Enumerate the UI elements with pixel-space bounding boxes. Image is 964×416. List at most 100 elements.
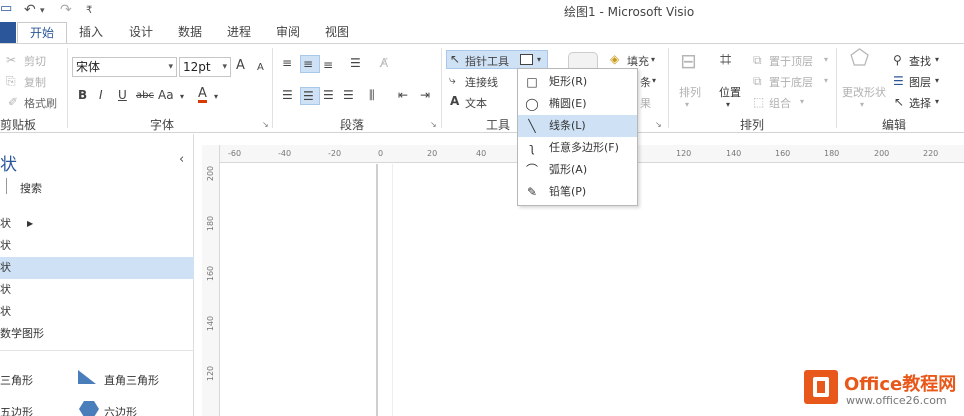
bullets-icon[interactable]: ☰: [350, 56, 361, 70]
file-tab[interactable]: [0, 22, 16, 44]
send-back-icon: ⧉: [753, 74, 762, 88]
layers-button[interactable]: 图层: [909, 74, 931, 90]
text-direction-icon: A̸: [380, 56, 389, 70]
align-bottom-icon[interactable]: ≡: [323, 58, 333, 72]
chevron-down-icon[interactable]: ▾: [214, 90, 218, 104]
title-bar: ▭ ↶ ▾ ↷ ₹ 绘图1 - Microsoft Visio: [0, 0, 964, 22]
cut-button[interactable]: 剪切: [24, 53, 46, 69]
copy-button[interactable]: 复制: [24, 74, 46, 90]
send-to-back-button[interactable]: 置于底层: [769, 74, 813, 90]
undo-dropdown-icon[interactable]: ▾: [40, 6, 45, 16]
tab-insert[interactable]: 插入: [72, 22, 110, 44]
font-size-combo[interactable]: 12pt ▾: [179, 57, 231, 77]
stencil-item[interactable]: 数学图形: [0, 323, 194, 345]
bold-button[interactable]: B: [78, 88, 87, 102]
stencil-item[interactable]: 状: [0, 301, 194, 323]
hexagon-icon[interactable]: [78, 400, 100, 416]
stencil-item[interactable]: 状: [0, 279, 194, 301]
dialog-launcher-icon[interactable]: ↘: [655, 120, 662, 129]
tab-design[interactable]: 设计: [122, 22, 160, 44]
tools-group-label: 工具: [486, 118, 511, 132]
strikethrough-button[interactable]: abc: [136, 89, 154, 103]
redo-icon[interactable]: ↷: [60, 2, 72, 18]
align-left-icon[interactable]: ☰: [282, 88, 293, 102]
align-top-icon[interactable]: ≡: [282, 56, 292, 70]
group-button[interactable]: 组合: [769, 95, 791, 111]
shape-right-triangle-label[interactable]: 直角三角形: [104, 372, 159, 388]
arrange-button[interactable]: 排列: [679, 84, 701, 100]
expand-icon[interactable]: ▶: [27, 213, 33, 235]
undo-icon[interactable]: ↶: [24, 2, 36, 18]
underline-button[interactable]: U: [118, 88, 127, 102]
chevron-down-icon[interactable]: ▾: [935, 53, 939, 67]
stencil-label: 数学图形: [0, 327, 44, 340]
increase-indent-icon[interactable]: ⇥: [420, 88, 430, 102]
find-button[interactable]: 查找: [909, 53, 931, 69]
menu-item-rectangle[interactable]: □ 矩形(R): [518, 71, 637, 93]
shape-pentagon-label[interactable]: 五边形: [0, 404, 33, 416]
vertical-ruler[interactable]: 200 180 160 140 120: [202, 145, 220, 416]
chevron-down-icon[interactable]: ▾: [651, 53, 655, 67]
font-size-value: 12pt: [183, 60, 211, 74]
arrange-group-label: 排列: [740, 118, 765, 132]
tab-view[interactable]: 视图: [318, 22, 356, 44]
customize-qat-icon[interactable]: ₹: [86, 5, 92, 16]
menu-item-pencil[interactable]: ✎ 铅笔(P): [518, 181, 637, 203]
chevron-down-icon[interactable]: ▾: [180, 90, 184, 104]
chevron-down-icon[interactable]: ▾: [652, 74, 656, 88]
tab-data[interactable]: 数据: [171, 22, 209, 44]
chevron-down-icon[interactable]: ▾: [935, 95, 939, 109]
line-button[interactable]: 条: [640, 74, 651, 90]
fill-button[interactable]: 填充: [627, 53, 649, 69]
menu-item-arc[interactable]: ⌒ 弧形(A): [518, 159, 637, 181]
find-icon: ⚲: [893, 53, 902, 67]
dialog-launcher-icon[interactable]: ↘: [430, 120, 437, 129]
justify-icon[interactable]: ☰: [343, 88, 354, 102]
shape-triangle-label[interactable]: 三角形: [0, 372, 33, 388]
stencil-item-selected[interactable]: 状: [0, 257, 194, 279]
stencil-item[interactable]: 状 ▶: [0, 213, 194, 235]
grow-font-button[interactable]: A: [236, 59, 245, 73]
tab-process[interactable]: 进程: [220, 22, 258, 44]
rectangle-tool-icon[interactable]: [520, 54, 533, 65]
change-case-button[interactable]: Aa: [158, 88, 174, 102]
text-direction-vertical-icon[interactable]: ⫼: [369, 88, 375, 102]
decrease-indent-icon[interactable]: ⇤: [398, 88, 408, 102]
chevron-down-icon[interactable]: ▾: [168, 58, 173, 76]
search-tab[interactable]: 搜索: [20, 180, 42, 196]
right-triangle-icon[interactable]: [76, 368, 98, 386]
chevron-down-icon[interactable]: ▾: [935, 74, 939, 88]
effects-button[interactable]: 果: [640, 95, 651, 111]
stencil-item[interactable]: 状: [0, 235, 194, 257]
ruler-label: 140: [726, 149, 742, 158]
tab-home[interactable]: 开始: [17, 22, 67, 44]
select-button[interactable]: 选择: [909, 95, 931, 111]
menu-item-ellipse[interactable]: ◯ 椭圆(E): [518, 93, 637, 115]
save-icon[interactable]: ▭: [0, 1, 12, 16]
chevron-down-icon: ▾: [860, 100, 865, 109]
menu-item-line[interactable]: ╲ 线条(L): [518, 115, 637, 137]
font-color-button[interactable]: A: [198, 87, 207, 103]
font-name-combo[interactable]: 宋体 ▾: [72, 57, 177, 77]
chevron-down-icon[interactable]: ▾: [222, 58, 227, 76]
text-tool-button[interactable]: 文本: [465, 95, 487, 111]
format-painter-button[interactable]: 格式刷: [24, 95, 57, 111]
tab-review[interactable]: 审阅: [269, 22, 307, 44]
collapse-panel-icon[interactable]: ‹: [179, 152, 184, 167]
menu-item-freeform[interactable]: ʅ 任意多边形(F): [518, 137, 637, 159]
ruler-label: 200: [206, 165, 216, 182]
ellipse-icon: ◯: [525, 97, 539, 111]
format-painter-icon: ✐: [8, 95, 19, 109]
italic-button[interactable]: I: [99, 88, 103, 102]
page-margin-line: [392, 164, 393, 416]
pointer-tool-label: 指针工具: [465, 55, 509, 68]
dialog-launcher-icon[interactable]: ↘: [262, 120, 269, 129]
chevron-down-icon[interactable]: ▾: [726, 98, 730, 112]
bring-to-front-button[interactable]: 置于顶层: [769, 53, 813, 69]
align-right-icon[interactable]: ☰: [323, 88, 334, 102]
connector-button[interactable]: 连接线: [465, 74, 498, 90]
ruler-label: -20: [328, 149, 342, 158]
shape-hexagon-label[interactable]: 六边形: [104, 404, 137, 416]
chevron-down-icon[interactable]: ▾: [537, 53, 541, 67]
shrink-font-button[interactable]: A: [257, 61, 264, 75]
